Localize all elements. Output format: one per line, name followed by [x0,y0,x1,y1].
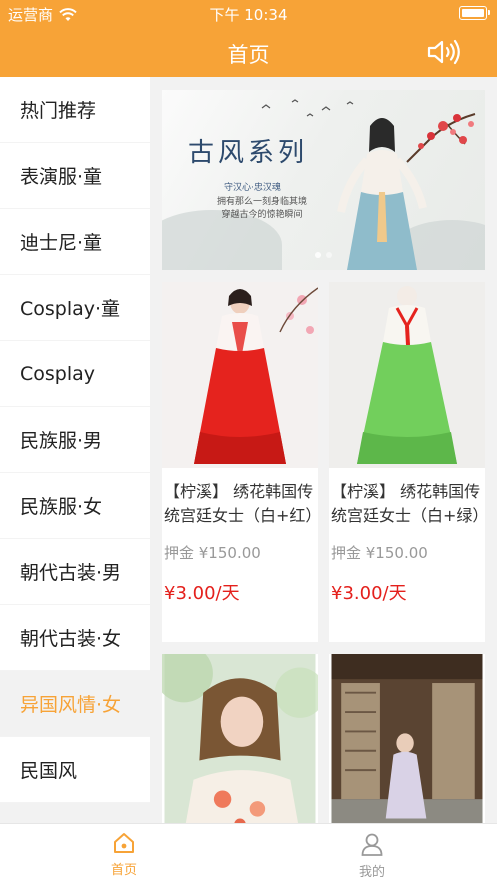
sidebar-item-label: Cosplay·童 [20,298,121,320]
banner-tagline: 拥有那么一刻身临其境 穿越古今的惊艳瞬间 [202,196,322,222]
sidebar-item-republic[interactable]: 民国风 [0,737,150,803]
sidebar-item-ethnic-women[interactable]: 民族服·女 [0,473,150,539]
tab-home[interactable]: 首页 [84,832,164,878]
category-sidebar: 热门推荐 表演服·童 迪士尼·童 Cosplay·童 Cosplay 民族服·男… [0,77,150,803]
sidebar-item-exotic-women[interactable]: 异国风情·女 [0,671,150,737]
product-name: 【柠溪】 绣花韩国传统宫廷女士（白+红） [164,482,318,525]
sidebar-item-label: Cosplay [20,362,96,385]
pagination-dot [315,252,321,258]
sidebar-item-label: 迪士尼·童 [20,232,103,254]
product-price: ¥3.00/天 [331,583,407,604]
sidebar-item-label: 朝代古装·女 [20,628,122,650]
sidebar-item-label: 民族服·女 [20,496,103,518]
sidebar-item-kids-performance[interactable]: 表演服·童 [0,143,150,209]
status-bar: 运营商 下午 10:34 [0,0,497,28]
sidebar-item-label: 民国风 [20,760,78,782]
sidebar-item-label: 民族服·男 [20,430,103,452]
product-photo [329,282,485,468]
sidebar-item-cosplay[interactable]: Cosplay [0,341,150,407]
product-content: 古风系列 守汉心·忠汉魂 拥有那么一刻身临其境 穿越古今的惊艳瞬间 【柠溪】 绣… [150,77,497,823]
sidebar-item-kids-cosplay[interactable]: Cosplay·童 [0,275,150,341]
promo-banner[interactable]: 古风系列 守汉心·忠汉魂 拥有那么一刻身临其境 穿越古今的惊艳瞬间 [162,90,485,270]
battery-icon [459,6,490,20]
product-photo [162,282,318,468]
banner-subtitle: 守汉心·忠汉魂 [224,183,281,193]
sidebar-item-label: 热门推荐 [20,100,97,122]
sidebar-item-label: 朝代古装·男 [20,562,122,584]
sidebar-item-label: 表演服·童 [20,166,103,188]
sidebar-item-kids-disney[interactable]: 迪士尼·童 [0,209,150,275]
product-deposit: 押金 ¥150.00 [331,544,428,562]
user-icon [361,833,383,856]
product-card[interactable] [329,654,485,823]
product-price: ¥3.00/天 [164,583,240,604]
sidebar-item-label: 异国风情·女 [20,694,122,716]
clock: 下午 10:34 [209,6,288,24]
product-card[interactable]: 【柠溪】 绣花韩国传统宫廷女士（白+绿） 押金 ¥150.00 ¥3.00/天 [329,282,485,642]
tab-mine-label: 我的 [358,865,385,880]
product-photo [162,654,318,823]
speaker-icon[interactable] [427,39,461,65]
banner-tagline-line: 拥有那么一刻身临其境 [216,197,307,207]
product-name: 【柠溪】 绣花韩国传统宫廷女士（白+绿） [331,482,485,525]
tab-bar: 首页 我的 [0,823,497,883]
product-card[interactable]: 【柠溪】 绣花韩国传统宫廷女士（白+红） 押金 ¥150.00 ¥3.00/天 [162,282,318,642]
sidebar-item-dynasty-women[interactable]: 朝代古装·女 [0,605,150,671]
product-deposit: 押金 ¥150.00 [164,544,261,562]
page-title: 首页 [227,43,270,67]
sidebar-item-hot[interactable]: 热门推荐 [0,77,150,143]
sidebar-item-ethnic-men[interactable]: 民族服·男 [0,407,150,473]
product-photo [331,654,483,823]
banner-model-photo [337,118,427,270]
nav-bar: 首页 [0,28,497,77]
home-icon [114,833,134,853]
product-card[interactable] [162,654,318,823]
banner-title: 古风系列 [188,138,309,168]
tab-mine[interactable]: 我的 [332,832,412,880]
tab-home-label: 首页 [110,863,137,878]
banner-pagination [162,252,485,258]
pagination-dot [326,252,332,258]
sidebar-item-dynasty-men[interactable]: 朝代古装·男 [0,539,150,605]
banner-tagline-line: 穿越古今的惊艳瞬间 [221,210,303,220]
